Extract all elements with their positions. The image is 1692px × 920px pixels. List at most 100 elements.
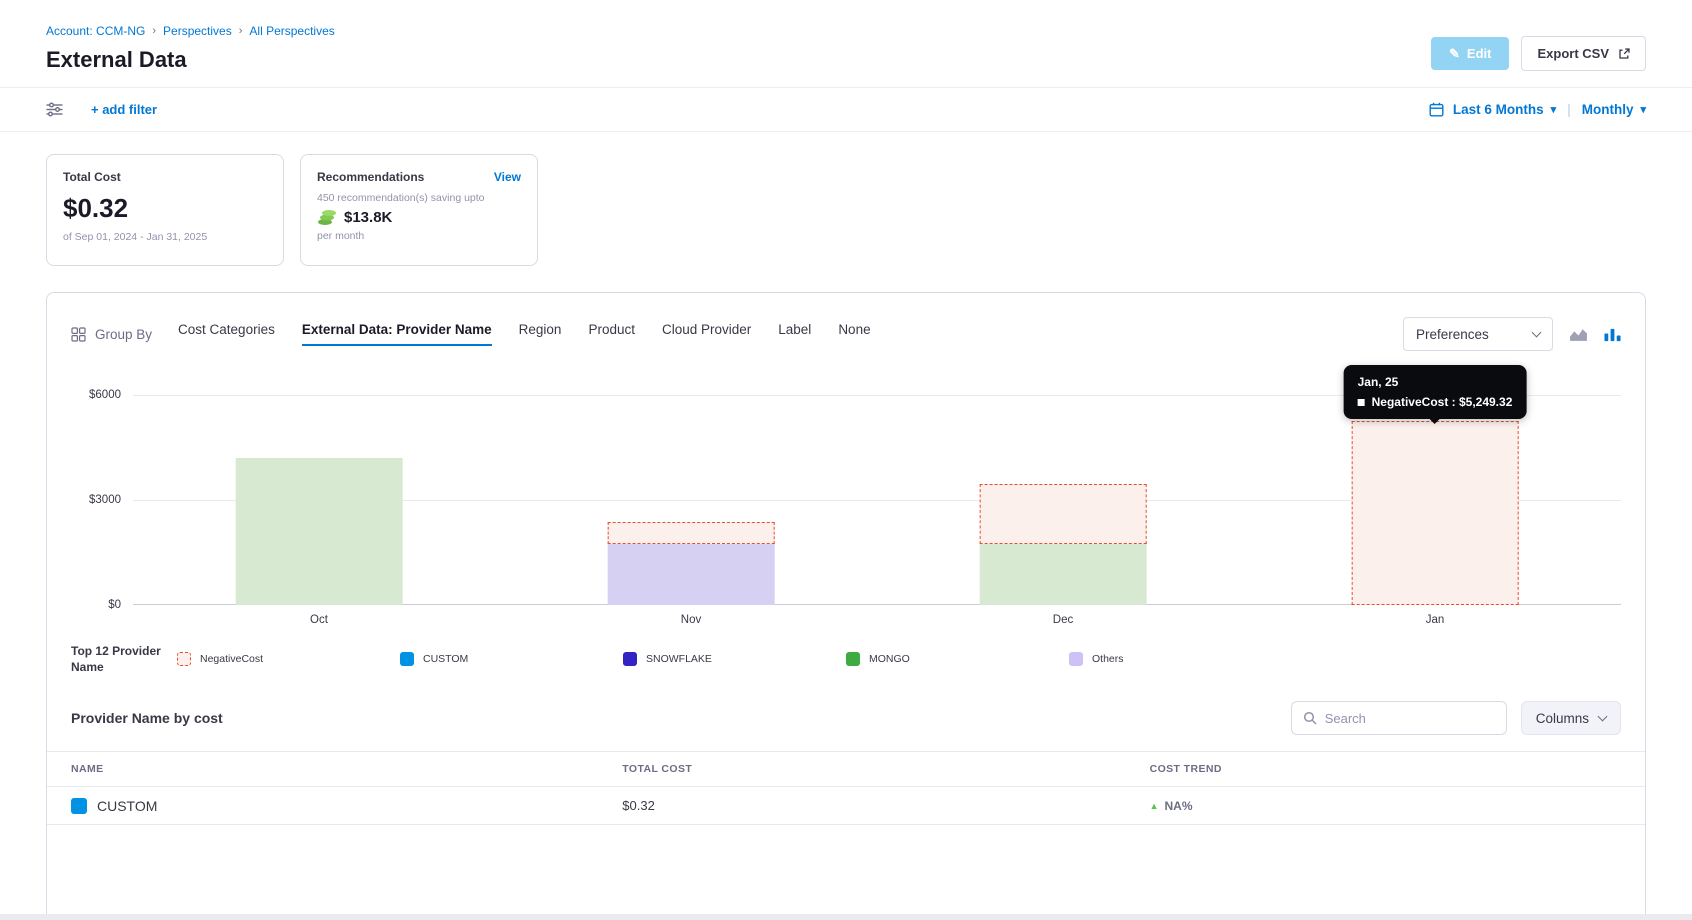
legend-item-others[interactable]: Others xyxy=(1069,652,1292,666)
legend-swatch xyxy=(623,652,637,666)
legend-item-custom[interactable]: CUSTOM xyxy=(400,652,623,666)
legend-label: CUSTOM xyxy=(423,653,468,665)
bar-segment-mongo-oct[interactable] xyxy=(236,458,403,605)
breadcrumb-separator: › xyxy=(239,25,243,37)
legend-label: NegativeCost xyxy=(200,653,263,665)
bar-segment-negativecost-jan[interactable] xyxy=(1352,421,1519,605)
table-title: Provider Name by cost xyxy=(71,710,223,726)
x-axis-label: Oct xyxy=(310,614,328,626)
chevron-down-icon xyxy=(1598,712,1608,722)
column-header-name: NAME xyxy=(47,763,622,775)
x-axis-label: Nov xyxy=(681,614,701,626)
add-filter-button[interactable]: + add filter xyxy=(91,102,157,117)
preferences-label: Preferences xyxy=(1416,327,1489,342)
bar-segment-others-nov[interactable] xyxy=(608,544,775,605)
y-axis: $6000$3000$0 xyxy=(71,395,133,605)
legend-item-snowflake[interactable]: SNOWFLAKE xyxy=(623,652,846,666)
cell-cost-trend: ▲NA% xyxy=(1150,799,1645,813)
breadcrumb: Account: CCM-NG › Perspectives › All Per… xyxy=(46,24,335,38)
cell-name: CUSTOM xyxy=(47,798,622,814)
provider-color-swatch xyxy=(71,798,87,814)
perspective-panel: Group By Cost Categories External Data: … xyxy=(46,292,1646,914)
calendar-icon xyxy=(1429,102,1444,117)
recommendations-view-link[interactable]: View xyxy=(494,170,521,184)
legend-swatch xyxy=(400,652,414,666)
edit-button[interactable]: ✎ Edit xyxy=(1431,37,1509,70)
x-axis: OctNovDecJan xyxy=(133,605,1621,631)
legend-label: MONGO xyxy=(869,653,910,665)
group-by-row: Group By Cost Categories External Data: … xyxy=(71,317,1621,351)
granularity-picker[interactable]: Monthly ▾ xyxy=(1582,102,1646,117)
export-csv-button[interactable]: Export CSV xyxy=(1521,36,1646,71)
tab-label[interactable]: Label xyxy=(778,322,811,346)
column-header-cost-trend: COST TREND xyxy=(1150,763,1645,775)
header-actions: ✎ Edit Export CSV xyxy=(1431,36,1646,71)
tab-cloud-provider[interactable]: Cloud Provider xyxy=(662,322,751,346)
cell-total-cost: $0.32 xyxy=(622,798,1149,813)
total-cost-value: $0.32 xyxy=(63,193,267,224)
table-header-row: Provider Name by cost Columns xyxy=(71,701,1621,735)
bar-segment-negativecost-dec[interactable] xyxy=(980,484,1147,544)
trend-value: NA% xyxy=(1165,799,1193,813)
chart-tooltip: Jan, 25 NegativeCost : $5,249.32 xyxy=(1344,365,1527,419)
group-by-tabs: Cost Categories External Data: Provider … xyxy=(178,322,871,346)
legend-swatch xyxy=(846,652,860,666)
total-cost-card: Total Cost $0.32 of Sep 01, 2024 - Jan 3… xyxy=(46,154,284,266)
bar-chart-icon[interactable] xyxy=(1604,327,1621,342)
pencil-icon: ✎ xyxy=(1449,47,1460,60)
recommendations-card: Recommendations View 450 recommendation(… xyxy=(300,154,538,266)
legend-title: Top 12 Provider Name xyxy=(71,643,177,675)
tab-product[interactable]: Product xyxy=(588,322,635,346)
legend-label: Others xyxy=(1092,653,1124,665)
export-csv-label: Export CSV xyxy=(1537,46,1609,61)
cost-chart: $6000$3000$0 Jan, 25 NegativeCost : $5,2… xyxy=(71,395,1621,631)
legend-swatch xyxy=(1069,652,1083,666)
external-link-icon xyxy=(1618,48,1630,60)
columns-button[interactable]: Columns xyxy=(1521,701,1621,735)
granularity-label: Monthly xyxy=(1582,102,1634,117)
preferences-dropdown[interactable]: Preferences xyxy=(1403,317,1553,351)
breadcrumb-separator: › xyxy=(152,25,156,37)
column-header-total-cost: TOTAL COST xyxy=(622,763,1149,775)
tab-external-data-provider-name[interactable]: External Data: Provider Name xyxy=(302,322,492,346)
date-range-picker[interactable]: Last 6 Months ▾ xyxy=(1453,102,1556,117)
page-header: Account: CCM-NG › Perspectives › All Per… xyxy=(0,0,1692,88)
summary-cards: Total Cost $0.32 of Sep 01, 2024 - Jan 3… xyxy=(0,132,1692,292)
columns-button-label: Columns xyxy=(1536,711,1589,726)
filter-bar: + add filter Last 6 Months ▾ | Monthly ▾ xyxy=(0,88,1692,132)
bar-segment-mongo-dec[interactable] xyxy=(980,544,1147,605)
breadcrumb-all-perspectives[interactable]: All Perspectives xyxy=(249,24,334,38)
money-icon xyxy=(317,209,337,226)
recommendations-title: Recommendations xyxy=(317,170,424,184)
provider-name: CUSTOM xyxy=(97,798,157,814)
tab-cost-categories[interactable]: Cost Categories xyxy=(178,322,275,346)
divider: | xyxy=(1567,102,1571,117)
breadcrumb-account[interactable]: Account: CCM-NG xyxy=(46,24,145,38)
tab-none[interactable]: None xyxy=(838,322,870,346)
search-icon xyxy=(1303,711,1317,725)
search-input[interactable] xyxy=(1325,711,1495,726)
x-axis-label: Jan xyxy=(1426,614,1445,626)
legend-item-negativecost[interactable]: NegativeCost xyxy=(177,652,400,666)
breadcrumb-perspectives[interactable]: Perspectives xyxy=(163,24,232,38)
legend-items: NegativeCost CUSTOM SNOWFLAKE MONGO Others xyxy=(177,652,1621,666)
total-cost-title: Total Cost xyxy=(63,170,267,184)
tab-region[interactable]: Region xyxy=(519,322,562,346)
bar-segment-negativecost-nov[interactable] xyxy=(608,522,775,544)
y-axis-tick: $0 xyxy=(108,599,121,611)
table-body: CUSTOM $0.32▲NA% xyxy=(47,787,1645,825)
recommendations-savings: $13.8K xyxy=(344,209,392,226)
provider-cost-table: NAME TOTAL COST COST TREND CUSTOM $0.32▲N… xyxy=(47,751,1645,825)
edit-button-label: Edit xyxy=(1467,46,1492,61)
table-row[interactable]: CUSTOM $0.32▲NA% xyxy=(47,787,1645,825)
area-chart-icon[interactable] xyxy=(1569,327,1588,342)
table-head: NAME TOTAL COST COST TREND xyxy=(47,751,1645,787)
time-controls: Last 6 Months ▾ | Monthly ▾ xyxy=(1429,102,1646,117)
header-left: Account: CCM-NG › Perspectives › All Per… xyxy=(46,24,335,73)
legend-item-mongo[interactable]: MONGO xyxy=(846,652,1069,666)
filter-settings-icon[interactable] xyxy=(46,102,63,117)
chart-plot: Jan, 25 NegativeCost : $5,249.32 xyxy=(133,395,1621,605)
chart-area: Jan, 25 NegativeCost : $5,249.32 OctNovD… xyxy=(133,395,1621,631)
total-cost-period: of Sep 01, 2024 - Jan 31, 2025 xyxy=(63,231,267,243)
group-by-label-wrap: Group By xyxy=(71,327,152,342)
